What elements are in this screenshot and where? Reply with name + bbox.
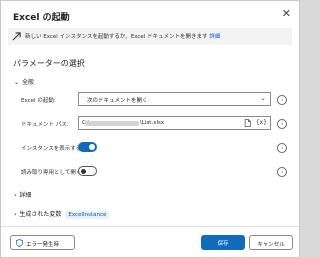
close-icon[interactable]: ✕: [282, 8, 291, 19]
variable-icon[interactable]: {x}: [256, 119, 267, 126]
section-title: パラメーターの選択: [13, 59, 85, 68]
info-icon[interactable]: i: [277, 167, 287, 177]
on-error-label: エラー発生時: [26, 241, 60, 248]
readonly-label: 読み取り専用として開く:: [21, 170, 84, 176]
general-header-label: 全般: [22, 79, 35, 86]
file-icon[interactable]: [244, 119, 251, 127]
blurred-path: [85, 121, 139, 126]
info-banner: 新しい Excel インスタンスを起動するか、Excel ドキュメントを開きます…: [8, 28, 292, 45]
cancel-label: キャンセル: [257, 241, 285, 248]
toggle-knob: [89, 144, 95, 150]
document-path-input[interactable]: C:\ \List.xlsx {x}: [78, 116, 271, 130]
dialog-title: Excel の起動: [13, 13, 70, 23]
info-icon[interactable]: i: [277, 119, 287, 129]
cancel-button[interactable]: キャンセル: [249, 235, 293, 250]
details-link[interactable]: 詳細: [209, 34, 220, 40]
chevron-down-icon: ⌄: [260, 94, 266, 102]
advanced-label: 詳細: [19, 192, 32, 199]
variables-group-header[interactable]: › 生成された変数 ExcelInstance: [14, 209, 110, 219]
document-path-label: ドキュメント パス:: [21, 122, 69, 128]
launch-mode-select[interactable]: 次のドキュメントを開く ⌄: [78, 92, 271, 106]
info-icon[interactable]: i: [277, 95, 287, 105]
info-icon[interactable]: i: [277, 143, 287, 153]
save-button[interactable]: 保存: [201, 235, 245, 250]
launch-mode-value: 次のドキュメントを開く: [87, 98, 148, 104]
readonly-toggle[interactable]: [78, 166, 97, 176]
visible-toggle[interactable]: [78, 142, 97, 152]
banner-text: 新しい Excel インスタンスを起動するか、Excel ドキュメントを開きます: [25, 34, 208, 40]
on-error-button[interactable]: エラー発生時: [10, 235, 75, 250]
chevron-right-icon: ›: [14, 211, 17, 218]
general-group-header[interactable]: ⌄ 全般: [14, 77, 34, 86]
advanced-group-header[interactable]: › 詳細: [14, 190, 31, 199]
path-suffix: \List.xlsx: [140, 120, 165, 126]
launch-label: Excel の起動:: [21, 98, 56, 104]
chevron-right-icon: ›: [14, 192, 17, 199]
visible-label: インスタンスを表示する:: [21, 146, 84, 152]
footer-divider: [1, 226, 299, 227]
toggle-knob: [81, 168, 86, 174]
save-label: 保存: [217, 240, 229, 247]
launch-icon: [12, 32, 21, 41]
shield-icon: [16, 239, 23, 247]
variables-label: 生成された変数: [19, 211, 62, 218]
launch-excel-dialog: Excel の起動 ✕ 新しい Excel インスタンスを起動するか、Excel…: [0, 0, 300, 258]
chevron-down-icon: ⌄: [14, 79, 20, 86]
variable-badge[interactable]: ExcelInstance: [65, 211, 110, 219]
